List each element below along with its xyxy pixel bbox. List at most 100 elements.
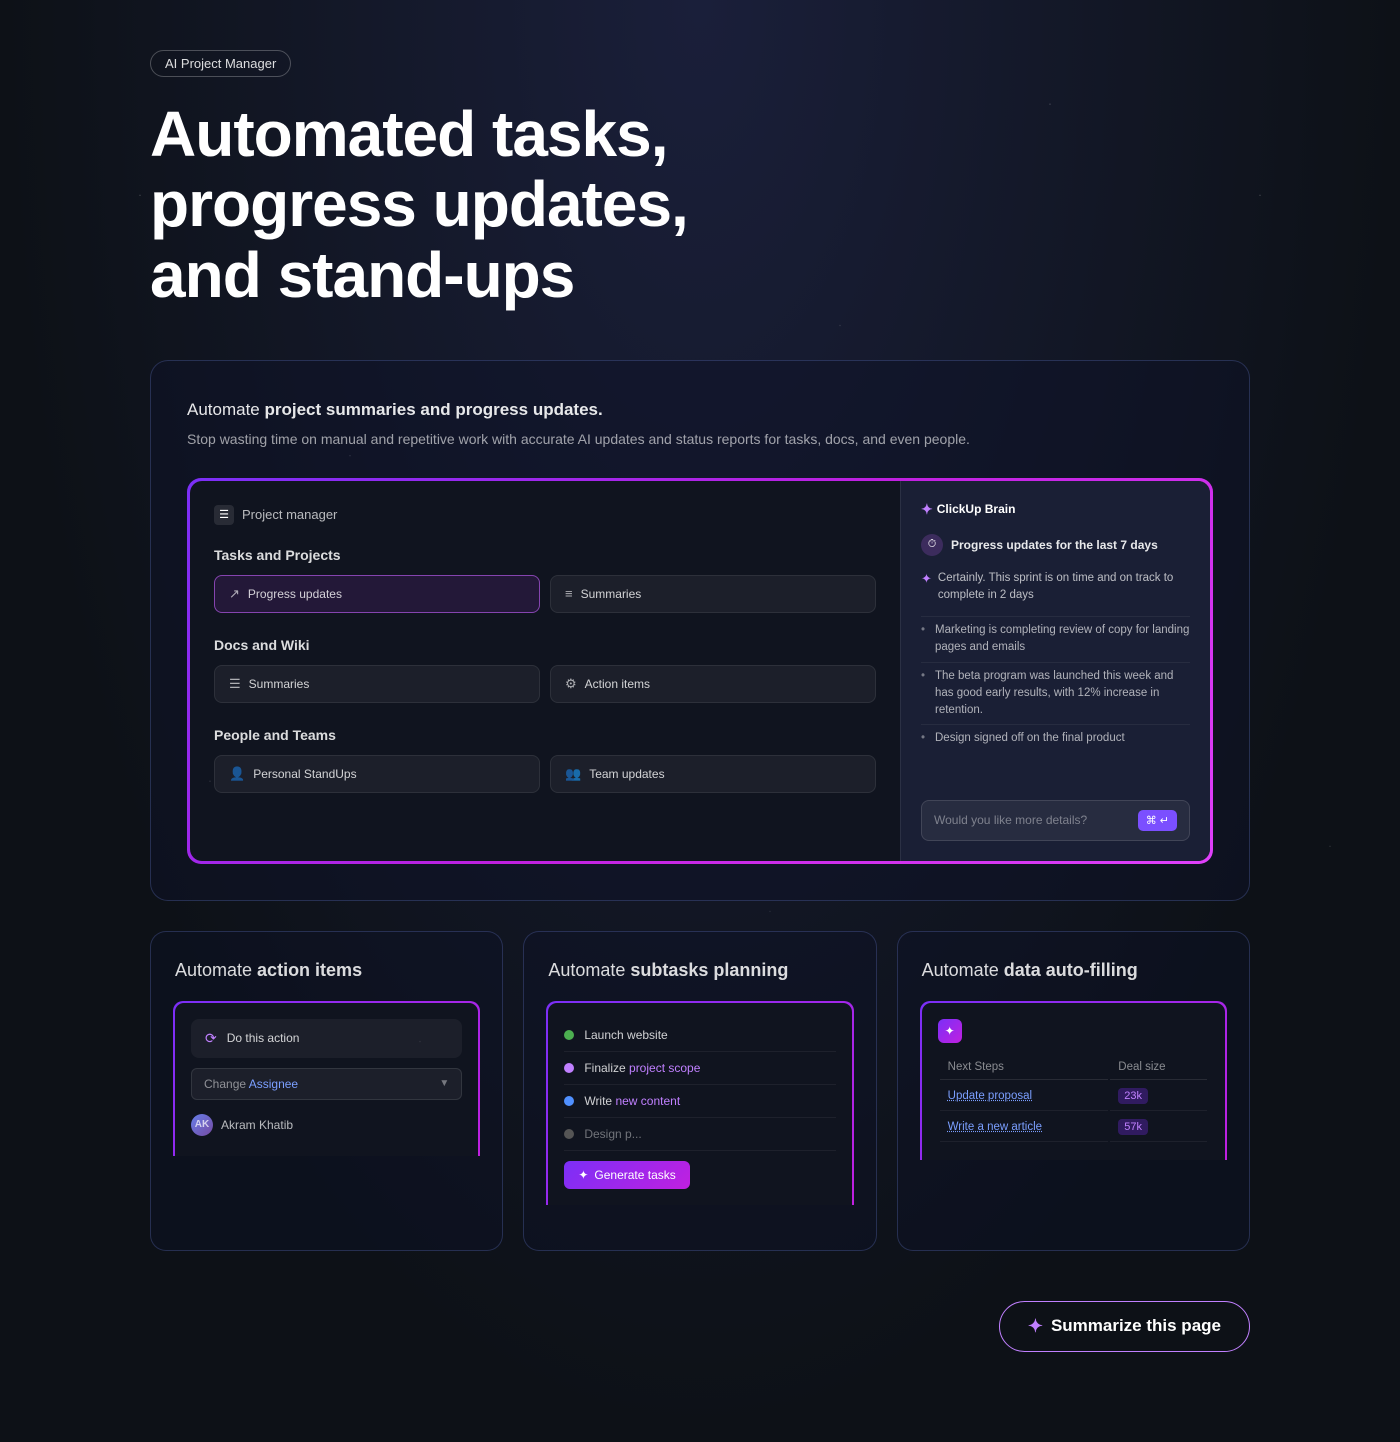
people-grid: 👤 Personal StandUps 👥 Team updates <box>214 755 876 793</box>
subtasks-card: Automate subtasks planning Launch websit… <box>523 931 876 1251</box>
brain-bullet-2: The beta program was launched this week … <box>921 662 1190 725</box>
brain-header: ✦ ClickUp Brain <box>921 501 1190 518</box>
hero-title: Automated tasks, progress updates, and s… <box>150 99 750 310</box>
brain-response-text: Certainly. This sprint is on time and on… <box>938 570 1190 605</box>
data-autofill-title: Automate data auto-filling <box>922 960 1225 981</box>
summaries-label: Summaries <box>581 587 642 601</box>
action-demo-icon: ⟳ <box>205 1030 217 1047</box>
main-card-headline: Automate project summaries and progress … <box>187 397 1213 423</box>
row2-next-step: Write a new article <box>948 1121 1042 1133</box>
summaries-item[interactable]: ≡ Summaries <box>550 575 876 613</box>
badge-label: AI Project Manager <box>165 56 276 71</box>
subtask-item-4: Design p... <box>564 1118 835 1151</box>
docs-summaries-item[interactable]: ☰ Summaries <box>214 665 540 703</box>
summarize-page-button[interactable]: ✦ Summarize this page <box>999 1301 1250 1352</box>
summaries-icon: ≡ <box>565 586 573 601</box>
data-table: Next Steps Deal size Update proposal 23k… <box>938 1053 1209 1144</box>
subtasks-title-bold: subtasks planning <box>630 960 788 980</box>
progress-updates-label: Progress updates <box>248 587 342 601</box>
autofill-title-normal: Automate <box>922 960 1004 980</box>
generate-btn-label: Generate tasks <box>594 1168 675 1182</box>
docs-grid: ☰ Summaries ⚙ Action items <box>214 665 876 703</box>
brain-bullet-3: Design signed off on the final product <box>921 724 1190 752</box>
brain-logo-icon: ✦ <box>921 501 933 518</box>
generate-icon: ✦ <box>578 1168 588 1182</box>
main-card-bold: project summaries and progress updates. <box>265 400 603 419</box>
brain-input[interactable]: Would you like more details? ⌘ ↵ <box>921 800 1190 841</box>
demo-inner: ☰ Project manager Tasks and Projects ↗ P… <box>190 481 1210 861</box>
main-card-subtext: Stop wasting time on manual and repetiti… <box>187 429 1213 450</box>
autofill-title-bold: data auto-filling <box>1004 960 1138 980</box>
clickup-brain-logo: ✦ ClickUp Brain <box>921 501 1015 518</box>
subtask-label-2: Finalize project scope <box>584 1061 700 1075</box>
summarize-area: ✦ Summarize this page <box>150 1301 1250 1392</box>
row2-deal-size: 57k <box>1118 1119 1148 1135</box>
subtask-item-1: Launch website <box>564 1019 835 1052</box>
standups-label: Personal StandUps <box>253 767 356 781</box>
progress-icon: ↗ <box>229 586 240 602</box>
subtasks-card-title: Automate subtasks planning <box>548 960 851 981</box>
action-items-item[interactable]: ⚙ Action items <box>550 665 876 703</box>
tasks-grid: ↗ Progress updates ≡ Summaries <box>214 575 876 613</box>
subtask-label-1: Launch website <box>584 1028 667 1042</box>
action-assignee-text: Assignee <box>249 1077 298 1091</box>
progress-updates-item[interactable]: ↗ Progress updates <box>214 575 540 613</box>
col-deal-size: Deal size <box>1110 1055 1207 1080</box>
docs-icon: ☰ <box>229 676 241 692</box>
subtask-dot-4 <box>564 1129 574 1139</box>
action-items-title-bold: action items <box>257 960 362 980</box>
subtask-link-3: new content <box>615 1094 680 1108</box>
data-autofill-card: Automate data auto-filling ✦ Next Steps … <box>897 931 1250 1251</box>
autofill-demo: ✦ Next Steps Deal size Update proposal 2… <box>920 1001 1227 1160</box>
brain-bullets: Marketing is completing review of copy f… <box>921 616 1190 753</box>
action-items-card: Automate action items ⟳ Do this action C… <box>150 931 503 1251</box>
people-teams-title: People and Teams <box>214 727 876 743</box>
subtasks-demo-inner: Launch website Finalize project scope Wr… <box>548 1003 851 1205</box>
action-items-title-normal: Automate <box>175 960 257 980</box>
subtasks-demo: Launch website Finalize project scope Wr… <box>546 1001 853 1205</box>
action-select-label: Change Assignee <box>204 1077 298 1091</box>
docs-wiki-section: Docs and Wiki ☰ Summaries ⚙ Action items <box>214 637 876 703</box>
summarize-btn-label: Summarize this page <box>1051 1316 1221 1336</box>
demo-header-title: Project manager <box>242 507 337 522</box>
brain-query-text: Progress updates for the last 7 days <box>951 538 1158 552</box>
person-icon: 👤 <box>229 766 245 782</box>
main-demo-area: ☰ Project manager Tasks and Projects ↗ P… <box>187 478 1213 864</box>
action-items-demo-inner: ⟳ Do this action Change Assignee ▼ AK Ak… <box>175 1003 478 1156</box>
subtask-dot-1 <box>564 1030 574 1040</box>
brain-query: ⏱ Progress updates for the last 7 days <box>921 534 1190 556</box>
user-avatar: AK <box>191 1114 213 1136</box>
demo-header: ☰ Project manager <box>214 505 876 525</box>
subtasks-title-normal: Automate <box>548 960 630 980</box>
action-items-demo: ⟳ Do this action Change Assignee ▼ AK Ak… <box>173 1001 480 1156</box>
brain-logo-text: ClickUp Brain <box>937 502 1016 516</box>
query-icon: ⏱ <box>921 534 943 556</box>
docs-summaries-label: Summaries <box>249 677 310 691</box>
main-feature-card: Automate project summaries and progress … <box>150 360 1250 901</box>
action-user: AK Akram Khatib <box>191 1110 462 1140</box>
subtask-dot-2 <box>564 1063 574 1073</box>
team-updates-item[interactable]: 👥 Team updates <box>550 755 876 793</box>
demo-left-panel: ☰ Project manager Tasks and Projects ↗ P… <box>190 481 900 861</box>
subtask-item-2: Finalize project scope <box>564 1052 835 1085</box>
brain-submit-btn[interactable]: ⌘ ↵ <box>1138 810 1177 831</box>
brain-panel: ✦ ClickUp Brain ⏱ Progress updates for t… <box>900 481 1210 861</box>
team-icon: 👥 <box>565 766 581 782</box>
brain-bullet-1: Marketing is completing review of copy f… <box>921 616 1190 662</box>
standups-item[interactable]: 👤 Personal StandUps <box>214 755 540 793</box>
action-demo-label: Do this action <box>227 1031 300 1045</box>
action-select[interactable]: Change Assignee ▼ <box>191 1068 462 1100</box>
project-manager-icon: ☰ <box>214 505 234 525</box>
tasks-projects-title: Tasks and Projects <box>214 547 876 563</box>
chevron-down-icon: ▼ <box>439 1078 449 1089</box>
action-demo-item: ⟳ Do this action <box>191 1019 462 1058</box>
autofill-demo-inner: ✦ Next Steps Deal size Update proposal 2… <box>922 1003 1225 1160</box>
people-teams-section: People and Teams 👤 Personal StandUps 👥 T… <box>214 727 876 793</box>
subtask-item-3: Write new content <box>564 1085 835 1118</box>
subtask-link-2: project scope <box>629 1061 700 1075</box>
action-items-label: Action items <box>585 677 650 691</box>
team-updates-label: Team updates <box>589 767 664 781</box>
generate-tasks-btn[interactable]: ✦ Generate tasks <box>564 1161 689 1189</box>
row1-next-step: Update proposal <box>948 1090 1032 1102</box>
brain-btn-text: ⌘ ↵ <box>1146 814 1169 827</box>
